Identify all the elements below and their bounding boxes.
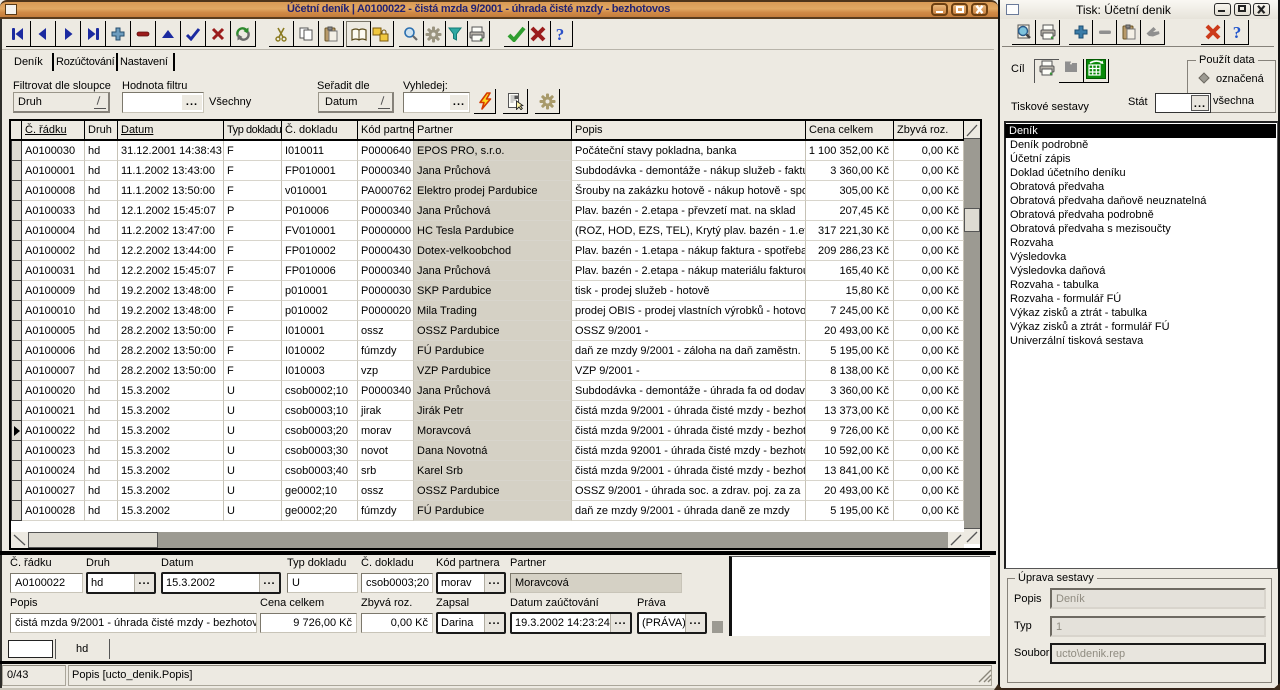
svg-text:?: ? [1232,24,1241,40]
svg-text:?: ? [556,26,565,42]
